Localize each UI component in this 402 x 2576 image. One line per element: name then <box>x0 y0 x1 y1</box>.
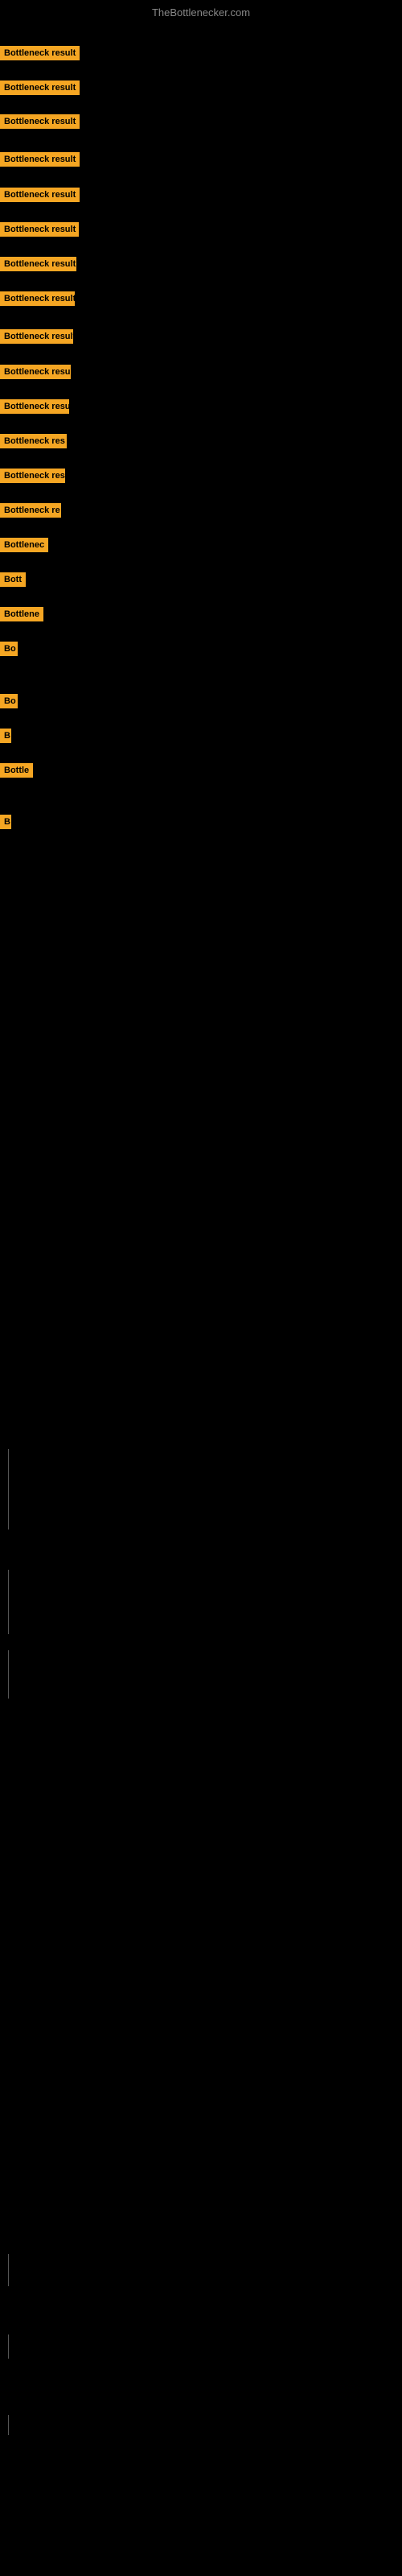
bottleneck-badge: B <box>0 729 11 743</box>
bottleneck-badge: Bottleneck result <box>0 46 80 60</box>
bottleneck-badge: Bottleneck result <box>0 291 75 306</box>
bottleneck-badge: Bottleneck resu <box>0 399 69 414</box>
vertical-line <box>8 2334 9 2359</box>
bottleneck-badge: Bottleneck result <box>0 257 76 271</box>
vertical-line <box>8 1650 9 1699</box>
bottleneck-badge: Bottleneck res <box>0 469 65 483</box>
bottleneck-badge: Bottleneck result <box>0 152 80 167</box>
bottleneck-badge: Bottleneck result <box>0 329 73 344</box>
site-title: TheBottlenecker.com <box>0 6 402 19</box>
bottleneck-badge: Bottleneck result <box>0 114 80 129</box>
bottleneck-badge: Bottleneck result <box>0 222 79 237</box>
bottleneck-badge: Bo <box>0 694 18 708</box>
vertical-line <box>8 1570 9 1634</box>
vertical-line <box>8 2254 9 2286</box>
bottleneck-badge: Bottleneck re <box>0 503 61 518</box>
bottleneck-badge: Bo <box>0 642 18 656</box>
bottleneck-badge: Bottle <box>0 763 33 778</box>
bottleneck-badge: Bottleneck res <box>0 434 67 448</box>
bottleneck-badge: Bottlene <box>0 607 43 621</box>
bottleneck-badge: Bottleneck resu <box>0 365 71 379</box>
bottleneck-badge: Bott <box>0 572 26 587</box>
bottleneck-badge: B <box>0 815 11 829</box>
vertical-line <box>8 2415 9 2435</box>
bottleneck-badge: Bottleneck result <box>0 188 80 202</box>
bottleneck-badge: Bottleneck result <box>0 80 80 95</box>
bottleneck-badge: Bottlenec <box>0 538 48 552</box>
vertical-line <box>8 1449 9 1530</box>
